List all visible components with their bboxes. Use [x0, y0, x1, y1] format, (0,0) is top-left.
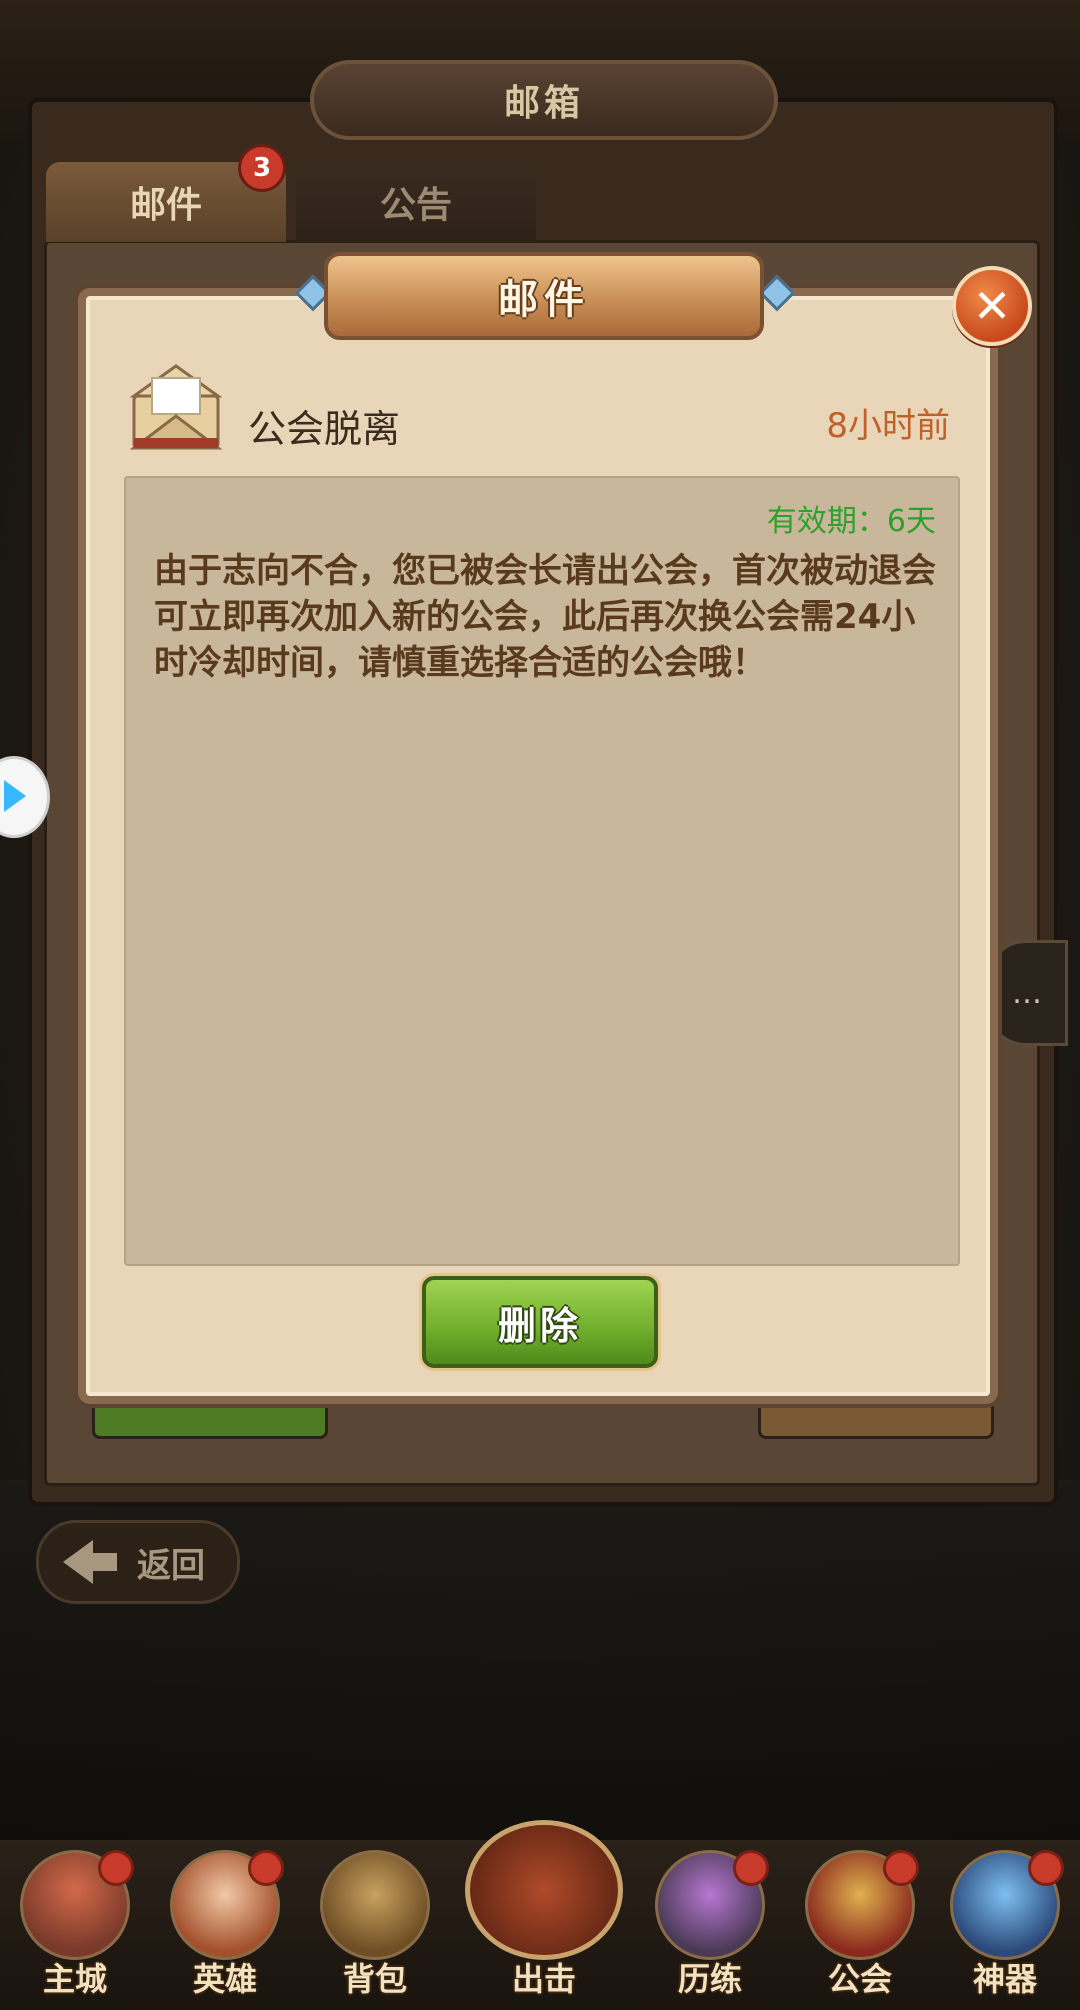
notification-dot [733, 1850, 769, 1886]
tab-notice[interactable]: 公告 [296, 162, 536, 242]
play-arrow-icon [4, 780, 26, 812]
nav-item-attack[interactable]: 出击 [465, 1820, 623, 2000]
notification-dot [98, 1850, 134, 1886]
validity-value: 6天 [886, 504, 936, 539]
close-icon: ✕ [972, 279, 1012, 333]
back-label: 返回 [137, 1545, 205, 1586]
delete-button[interactable]: 删除 [422, 1276, 658, 1368]
back-button[interactable]: 返回 [36, 1520, 240, 1604]
mail-validity: 有效期：6天 [700, 496, 936, 540]
tab-mail-badge: 3 [238, 144, 286, 192]
notification-dot [248, 1850, 284, 1886]
mail-time: 8小时前 [826, 406, 950, 446]
modal-title: 邮件 [324, 252, 764, 340]
nav-label: 神器 [972, 1960, 1037, 1998]
nav-label: 背包 [342, 1960, 407, 1998]
nav-item-heroes[interactable]: 英雄 [160, 1850, 290, 2000]
mail-subject: 公会脱离 [248, 407, 401, 451]
tab-mail-label: 邮件 [129, 185, 202, 226]
back-arrow-icon [63, 1540, 117, 1584]
nav-item-main-city[interactable]: 主城 [10, 1850, 140, 2000]
crossed-swords-icon [465, 1820, 623, 1960]
nav-item-backpack[interactable]: 背包 [310, 1850, 440, 2000]
nav-item-training[interactable]: 历练 [645, 1850, 775, 2000]
list-button-right [758, 1400, 994, 1439]
nav-label: 英雄 [192, 1960, 257, 1998]
nav-item-artifact[interactable]: 神器 [940, 1850, 1070, 2000]
close-button[interactable]: ✕ [952, 266, 1032, 346]
tab-notice-label: 公告 [379, 185, 452, 226]
envelope-icon [130, 364, 222, 450]
mail-body: 由于志向不合，您已被会长请出公会，首次被动退会可立即再次加入新的公会，此后再次换… [154, 551, 936, 683]
backpack-icon [320, 1850, 430, 1960]
nav-label: 历练 [677, 1960, 742, 1998]
notification-dot [1028, 1850, 1064, 1886]
nav-item-guild[interactable]: 公会 [795, 1850, 925, 2000]
nav-label: 公会 [827, 1960, 892, 1998]
mailbox-title: 邮箱 [310, 60, 778, 140]
validity-label: 有效期： [766, 504, 887, 539]
chat-bubble-icon: … [1012, 975, 1042, 1011]
list-button-left [92, 1400, 328, 1439]
nav-label: 出击 [511, 1960, 576, 1998]
nav-label: 主城 [42, 1960, 107, 1998]
notification-dot [883, 1850, 919, 1886]
chat-button[interactable]: … [986, 940, 1068, 1046]
